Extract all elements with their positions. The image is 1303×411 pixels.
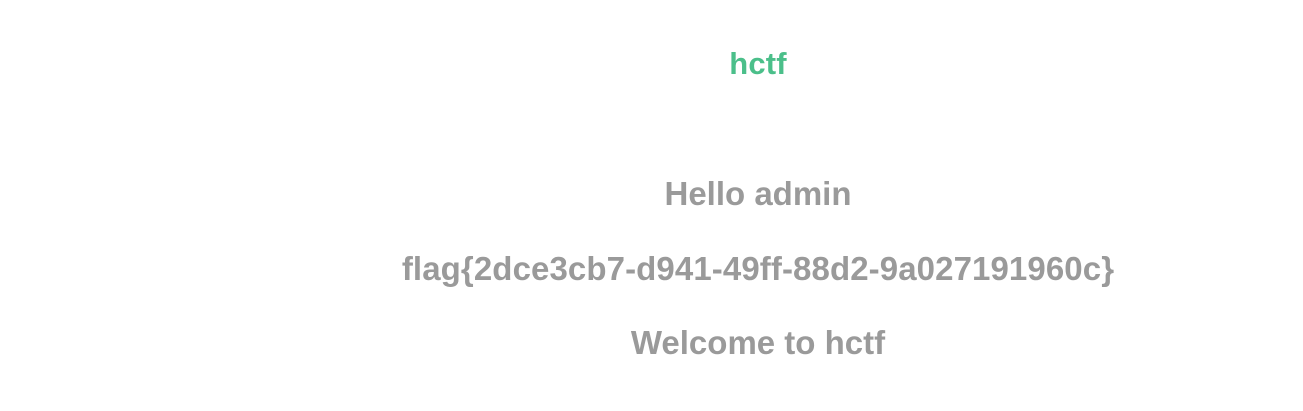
welcome-text: Welcome to hctf bbox=[630, 324, 886, 361]
greeting-text: Hello admin bbox=[664, 175, 852, 212]
page: hctf Hello admin flag{2dce3cb7-d941-49ff… bbox=[0, 0, 1303, 411]
brand-link[interactable]: hctf bbox=[0, 44, 1303, 84]
flag-text: flag{2dce3cb7-d941-49ff-88d2-9a027191960… bbox=[401, 250, 1115, 287]
